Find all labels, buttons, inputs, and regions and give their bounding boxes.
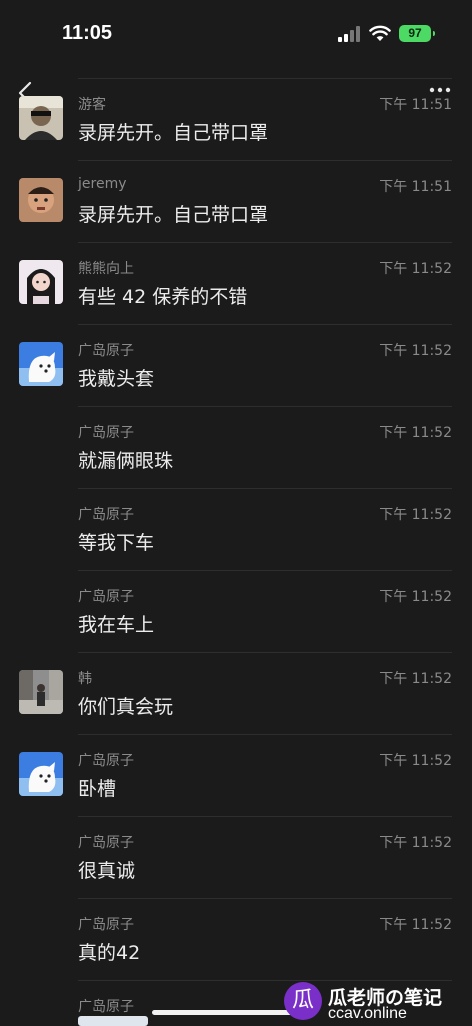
sender-name: 广岛原子: [78, 507, 134, 523]
message-row[interactable]: 广岛原子 下午 11:52 真的42: [0, 898, 472, 980]
divider: [78, 160, 452, 161]
message-row[interactable]: 广岛原子 下午 11:52 我在车上: [0, 570, 472, 652]
divider: [78, 488, 452, 489]
avatar[interactable]: [19, 342, 63, 386]
message-text: 录屏先开。自己带口罩: [78, 122, 269, 144]
sender-name: 游客: [78, 97, 106, 113]
message-row[interactable]: 广岛原子 下午 11:52 我戴头套: [0, 324, 472, 406]
divider: [78, 242, 452, 243]
avatar[interactable]: [19, 178, 63, 222]
avatar[interactable]: [19, 752, 63, 796]
message-row[interactable]: 广岛原子 下午 11:52 等我下车: [0, 488, 472, 570]
divider: [78, 980, 452, 981]
avatar[interactable]: [19, 260, 63, 304]
divider: [78, 78, 452, 79]
home-indicator[interactable]: [152, 1010, 300, 1015]
sender-name: 韩: [78, 671, 92, 687]
message-row[interactable]: 广岛原子 下午 11:52 卧槽: [0, 734, 472, 816]
message-time: 下午 11:52: [379, 671, 452, 687]
watermark-logo-icon: 瓜: [284, 982, 322, 1020]
battery-level: 97: [408, 26, 422, 40]
sender-name: 广岛原子: [78, 753, 134, 769]
message-text: 卧槽: [78, 778, 117, 800]
message-time: 下午 11:52: [379, 425, 452, 441]
message-text: 很真诚: [78, 860, 136, 882]
watermark: 瓜 瓜老师の笔记 ccav.online: [282, 982, 472, 1024]
sender-name: 熊熊向上: [78, 261, 134, 277]
message-row[interactable]: 广岛原子 下午 11:52 就漏俩眼珠: [0, 406, 472, 488]
divider: [78, 324, 452, 325]
sender-name: 广岛原子: [78, 425, 134, 441]
sender-name: 广岛原子: [78, 835, 134, 851]
message-list: 游客 下午 11:51 录屏先开。自己带口罩 jeremy 下午 11:51 录…: [0, 78, 472, 1020]
message-text: 我戴头套: [78, 368, 155, 390]
divider: [78, 816, 452, 817]
sender-name: 广岛原子: [78, 343, 134, 359]
message-text: 你们真会玩: [78, 696, 174, 718]
message-text: 真的42: [78, 942, 141, 964]
message-text: 录屏先开。自己带口罩: [78, 204, 269, 226]
sender-name: 广岛原子: [78, 999, 134, 1015]
message-time: 下午 11:52: [379, 835, 452, 851]
sender-name: 广岛原子: [78, 589, 134, 605]
cellular-signal-icon: [338, 26, 362, 42]
battery-icon: 97: [399, 25, 435, 42]
message-time: 下午 11:52: [379, 261, 452, 277]
message-text: 等我下车: [78, 532, 155, 554]
message-time: 下午 11:52: [379, 917, 452, 933]
message-text: 有些 42 保养的不错: [78, 286, 248, 308]
divider: [78, 652, 452, 653]
message-row[interactable]: 广岛原子 下午 11:52 很真诚: [0, 816, 472, 898]
avatar[interactable]: [19, 670, 63, 714]
message-text: 就漏俩眼珠: [78, 450, 174, 472]
message-row[interactable]: 熊熊向上 下午 11:52 有些 42 保养的不错: [0, 242, 472, 324]
message-time: 下午 11:52: [379, 753, 452, 769]
status-time: 11:05: [62, 22, 113, 44]
status-bar: 11:05 97: [0, 0, 472, 70]
message-time: 下午 11:51: [379, 179, 452, 195]
message-time: 下午 11:52: [379, 343, 452, 359]
watermark-url: ccav.online: [328, 1005, 407, 1022]
message-row[interactable]: 游客 下午 11:51 录屏先开。自己带口罩: [0, 78, 472, 160]
divider: [78, 898, 452, 899]
sender-name: 广岛原子: [78, 917, 134, 933]
message-row[interactable]: 韩 下午 11:52 你们真会玩: [0, 652, 472, 734]
avatar[interactable]: [19, 96, 63, 140]
message-time: 下午 11:51: [379, 97, 452, 113]
message-time: 下午 11:52: [379, 507, 452, 523]
message-time: 下午 11:52: [379, 589, 452, 605]
partial-image-thumbnail[interactable]: [78, 1016, 148, 1026]
divider: [78, 570, 452, 571]
divider: [78, 406, 452, 407]
wifi-icon: [369, 25, 391, 41]
message-text: 我在车上: [78, 614, 155, 636]
sender-name: jeremy: [78, 176, 127, 192]
divider: [78, 734, 452, 735]
message-row[interactable]: jeremy 下午 11:51 录屏先开。自己带口罩: [0, 160, 472, 242]
